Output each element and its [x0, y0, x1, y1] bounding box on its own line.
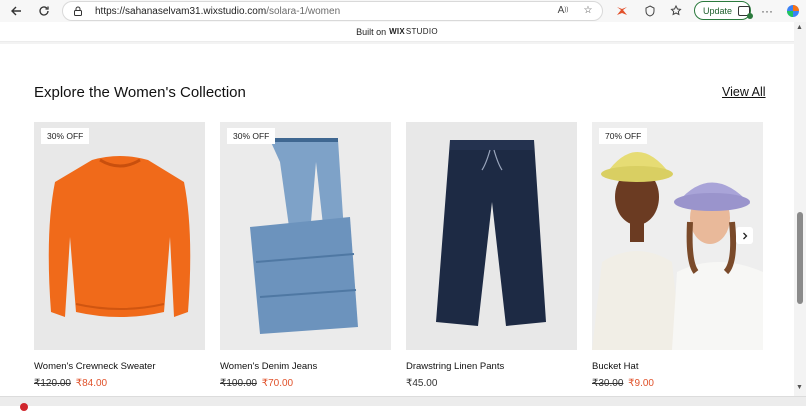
discount-badge: 30% OFF [227, 128, 276, 144]
section-title: Explore the Women's Collection [34, 84, 246, 101]
product-image[interactable] [406, 122, 577, 350]
product-name[interactable]: Bucket Hat [592, 361, 763, 372]
back-arrow-icon[interactable] [5, 0, 27, 22]
notification-dot-icon [20, 403, 28, 411]
regular-price: ₹45.00 [406, 378, 438, 389]
studio-label: STUDIO [405, 27, 438, 36]
scroll-down-icon[interactable]: ▼ [796, 384, 803, 391]
collection-section: Explore the Women's Collection View All … [0, 44, 794, 396]
update-icon [738, 5, 753, 19]
discount-badge: 70% OFF [599, 128, 648, 144]
scroll-thumb[interactable] [797, 212, 803, 304]
chevron-right-icon [742, 232, 747, 239]
wix-logo: WIX [389, 27, 405, 36]
product-price: ₹45.00 [406, 378, 577, 389]
more-icon[interactable]: ··· [757, 1, 777, 21]
product-card[interactable]: Drawstring Linen Pants ₹45.00 [406, 122, 577, 389]
update-button[interactable]: Update [694, 1, 753, 20]
extension-icon[interactable] [612, 1, 632, 21]
browser-toolbar: https://sahanaselvam31.wixstudio.com/sol… [0, 0, 806, 22]
product-price: ₹30.00 ₹9.00 [592, 378, 763, 389]
original-price: ₹120.00 [34, 378, 71, 389]
jeans-illustration [220, 122, 391, 350]
page-scrollbar[interactable]: ▲ ▼ [794, 22, 806, 396]
original-price: ₹100.00 [220, 378, 257, 389]
sale-price: ₹9.00 [628, 378, 654, 389]
discount-badge: 30% OFF [41, 128, 90, 144]
carousel-next-button[interactable] [736, 227, 753, 244]
url-text[interactable]: https://sahanaselvam31.wixstudio.com/sol… [95, 6, 340, 17]
favorites-icon[interactable] [666, 1, 686, 21]
linen-pants-illustration [406, 122, 577, 350]
sale-price: ₹84.00 [75, 378, 108, 389]
sale-price: ₹70.00 [261, 378, 294, 389]
scroll-up-icon[interactable]: ▲ [796, 24, 803, 31]
refresh-icon[interactable] [33, 0, 55, 22]
product-card[interactable]: 30% OFF Women's Crewneck Sweater ₹120.00… [34, 122, 205, 389]
product-card[interactable]: 70% OFF Bucket Hat ₹30.00 ₹9.00 [592, 122, 763, 389]
built-on-label: Built on [356, 26, 387, 37]
lock-icon[interactable] [71, 6, 85, 16]
copilot-icon[interactable] [783, 1, 803, 21]
view-all-link[interactable]: View All [722, 85, 766, 99]
bottom-strip [0, 396, 806, 411]
address-bar[interactable]: https://sahanaselvam31.wixstudio.com/sol… [62, 1, 603, 21]
product-price: ₹100.00 ₹70.00 [220, 378, 391, 389]
browser-essentials-icon[interactable] [640, 1, 660, 21]
product-card[interactable]: 30% OFF Women's Denim Jeans ₹100.00 ₹70.… [220, 122, 391, 389]
product-name[interactable]: Drawstring Linen Pants [406, 361, 577, 372]
update-label: Update [703, 5, 733, 16]
sweater-illustration [34, 122, 205, 350]
favorite-star-icon[interactable]: ☆ [581, 3, 595, 17]
product-image[interactable]: 30% OFF [34, 122, 205, 350]
product-image[interactable]: 30% OFF [220, 122, 391, 350]
product-price: ₹120.00 ₹84.00 [34, 378, 205, 389]
wix-built-on-banner[interactable]: Built on WIX STUDIO [0, 22, 794, 42]
product-name[interactable]: Women's Crewneck Sweater [34, 361, 205, 372]
product-name[interactable]: Women's Denim Jeans [220, 361, 391, 372]
page-viewport: Built on WIX STUDIO Explore the Women's … [0, 22, 794, 396]
original-price: ₹30.00 [592, 378, 624, 389]
read-aloud-icon[interactable]: A)) [556, 3, 570, 17]
